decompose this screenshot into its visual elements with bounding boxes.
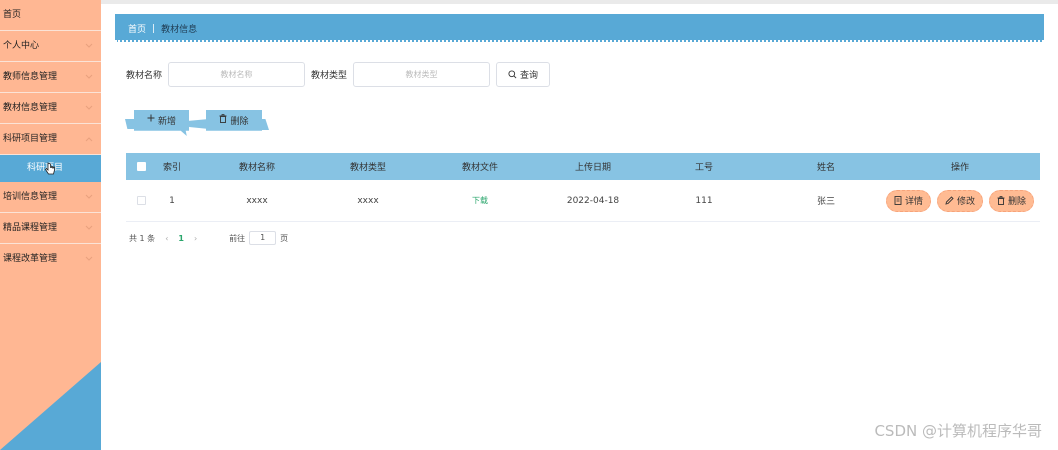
sidebar-item-label: 精品课程管理 [3,223,58,233]
top-border [101,0,1058,4]
cell-upload-date: 2022-04-18 [566,195,620,206]
textbook-name-label: 教材名称 [126,71,163,81]
pagination-page-suffix: 页 [280,233,289,243]
watermark-text: CSDN @计算机程序华哥 [874,422,1042,440]
sidebar-item-label: 首页 [3,10,22,20]
sidebar-item-research-project[interactable]: 科研项目管理 [0,124,101,155]
cell-textbook-type: xxxx [357,195,379,206]
chevron-down-icon [85,194,93,199]
prev-page-icon[interactable]: ‹ [165,234,168,243]
search-button[interactable]: 查询 [496,62,551,87]
edit-button-label: 修改 [956,197,975,207]
detail-button-label: 详情 [904,197,923,207]
chevron-down-icon [85,74,93,79]
delete-button-label: 删除 [1008,197,1027,207]
search-bar: 教材名称 教材类型 查询 [126,62,551,87]
sidebar-item-label: 培训信息管理 [3,192,58,202]
textbook-table: 索引 教材名称 教材类型 教材文件 上传日期 工号 姓名 操作 1 xxxx x… [126,153,1040,222]
pagination: 共 1 条 ‹ 1 › 前往 1 页 [129,231,288,245]
breadcrumb: 首页 | 教材信息 [115,14,1044,42]
sidebar-item-quality-course[interactable]: 精品课程管理 [0,213,101,244]
search-button-label: 查询 [520,71,539,81]
sidebar-item-label: 教材信息管理 [3,103,58,113]
textbook-type-input[interactable] [353,62,491,87]
trash-icon [997,196,1005,205]
sidebar-item-course-reform[interactable]: 课程改革管理 [0,244,101,275]
sidebar-item-home[interactable]: 首页 [0,0,101,31]
sidebar-item-label: 个人中心 [3,41,40,51]
select-all-checkbox[interactable] [136,162,146,171]
breadcrumb-home[interactable]: 首页 [128,22,146,35]
header-textbook-name: 教材名称 [238,163,275,173]
header-index: 索引 [162,163,181,173]
breadcrumb-current: 教材信息 [161,25,198,35]
table-row: 1 xxxx xxxx 下载 2022-04-18 111 张三 详情 修改 删… [126,180,1040,222]
next-page-icon[interactable]: › [194,234,197,243]
table-header: 索引 教材名称 教材类型 教材文件 上传日期 工号 姓名 操作 [126,153,1040,180]
textbook-name-input[interactable] [168,62,306,87]
sidebar-item-training-info[interactable]: 培训信息管理 [0,182,101,213]
header-operations: 操作 [950,163,969,173]
cell-textbook-name: xxxx [246,195,268,206]
sidebar: 首页 个人中心 教师信息管理 教材信息管理 科研项目管理 科研项目 培训信息管理… [0,0,101,450]
header-textbook-file: 教材文件 [461,163,498,173]
cell-job-number: 111 [695,195,713,206]
detail-button[interactable]: 详情 [885,189,931,212]
button-connector-decoration [187,119,209,129]
plus-icon [147,114,155,122]
row-checkbox[interactable] [136,196,146,205]
sidebar-item-personal-center[interactable]: 个人中心 [0,31,101,62]
edit-button[interactable]: 修改 [936,189,983,212]
trash-icon [219,114,227,123]
page-number-current[interactable]: 1 [178,234,184,243]
chevron-down-icon [85,256,93,261]
chevron-down-icon [85,105,93,110]
add-button[interactable]: 新增 [134,110,189,136]
add-button-label: 新增 [157,117,176,127]
document-icon [894,196,902,205]
batch-delete-button[interactable]: 删除 [206,110,262,131]
download-link[interactable]: 下载 [472,196,488,205]
pagination-total: 共 1 条 [129,233,156,243]
sidebar-item-label: 教师信息管理 [3,72,58,82]
chevron-up-icon [85,137,93,142]
sidebar-item-teacher-info[interactable]: 教师信息管理 [0,62,101,93]
sidebar-corner-decoration [0,362,101,450]
cell-person-name: 张三 [816,197,835,207]
sidebar-item-label: 科研项目管理 [3,134,58,144]
delete-button[interactable]: 删除 [989,189,1035,212]
batch-delete-button-label: 删除 [230,117,249,127]
textbook-type-label: 教材类型 [311,71,348,81]
chevron-down-icon [85,225,93,230]
header-textbook-type: 教材类型 [349,163,386,173]
sidebar-item-label: 课程改革管理 [3,254,58,264]
breadcrumb-separator: | [152,23,156,34]
chevron-down-icon [85,43,93,48]
edit-pencil-icon [945,196,954,205]
delete-button-decoration [260,119,269,130]
sidebar-subitem-research-project[interactable]: 科研项目 [0,155,101,182]
header-job-number: 工号 [694,163,713,173]
header-upload-date: 上传日期 [574,163,611,173]
page-jump-input[interactable]: 1 [249,231,277,245]
sidebar-item-textbook-info[interactable]: 教材信息管理 [0,93,101,124]
header-person-name: 姓名 [816,163,835,173]
pagination-goto-label: 前往 [229,233,246,243]
cell-operations: 详情 修改 删除 [880,189,1040,212]
cell-index: 1 [169,195,175,206]
search-icon [508,70,517,79]
hand-cursor-icon [45,162,55,175]
